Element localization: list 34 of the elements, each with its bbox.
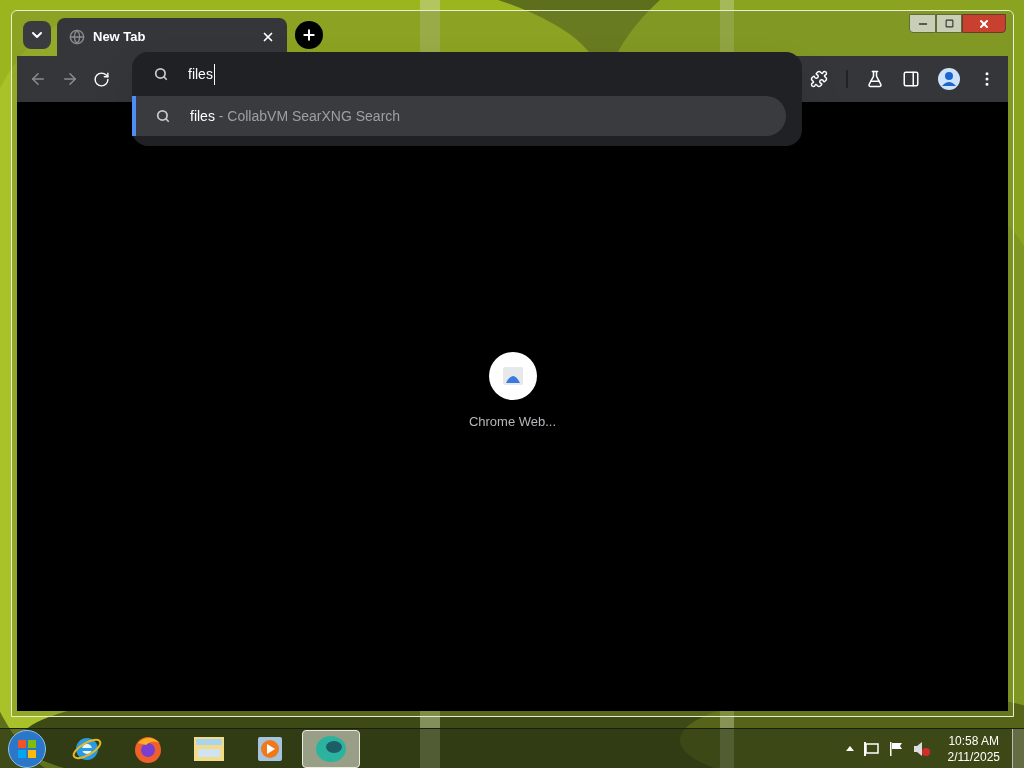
tab[interactable]: New Tab — [57, 18, 287, 56]
search-icon — [154, 67, 168, 81]
extensions-icon[interactable] — [810, 70, 828, 88]
plus-icon — [301, 27, 317, 43]
forward-icon[interactable] — [61, 70, 79, 88]
clock-time[interactable]: 10:58 AM — [948, 732, 1000, 749]
globe-icon — [314, 733, 348, 764]
show-desktop-button[interactable] — [1012, 729, 1024, 768]
flag-icon[interactable] — [887, 740, 904, 757]
close-icon[interactable] — [261, 30, 275, 44]
profile-icon[interactable] — [938, 68, 960, 90]
shortcut-label[interactable]: Chrome Web... — [468, 411, 557, 432]
up-arrow-icon[interactable] — [845, 746, 854, 751]
taskbar-app[interactable] — [302, 729, 360, 768]
speaker-icon[interactable] — [912, 740, 931, 757]
maximize-icon — [944, 19, 954, 28]
store-icon — [501, 365, 524, 386]
minimize-button[interactable] — [909, 14, 936, 33]
tab-title: New Tab — [93, 28, 147, 47]
maximize-button[interactable] — [936, 14, 962, 33]
clock-date[interactable]: 2/11/2025 — [947, 748, 1000, 765]
suggestion-item[interactable]: files - CollabVM SearXNG Search — [132, 96, 786, 136]
back-icon[interactable] — [29, 70, 47, 88]
suggestion-text: files - CollabVM SearXNG Search — [190, 106, 401, 126]
reload-icon[interactable] — [93, 70, 110, 88]
globe-icon — [69, 29, 85, 45]
network-icon[interactable] — [862, 740, 879, 757]
side-panel-icon[interactable] — [902, 70, 920, 88]
close-window-button[interactable] — [962, 14, 1006, 33]
flask-icon[interactable] — [866, 70, 884, 88]
search-icon — [156, 109, 170, 123]
close-icon — [978, 17, 990, 30]
tab-search-button[interactable] — [23, 21, 51, 49]
windows-logo-icon — [17, 738, 37, 759]
